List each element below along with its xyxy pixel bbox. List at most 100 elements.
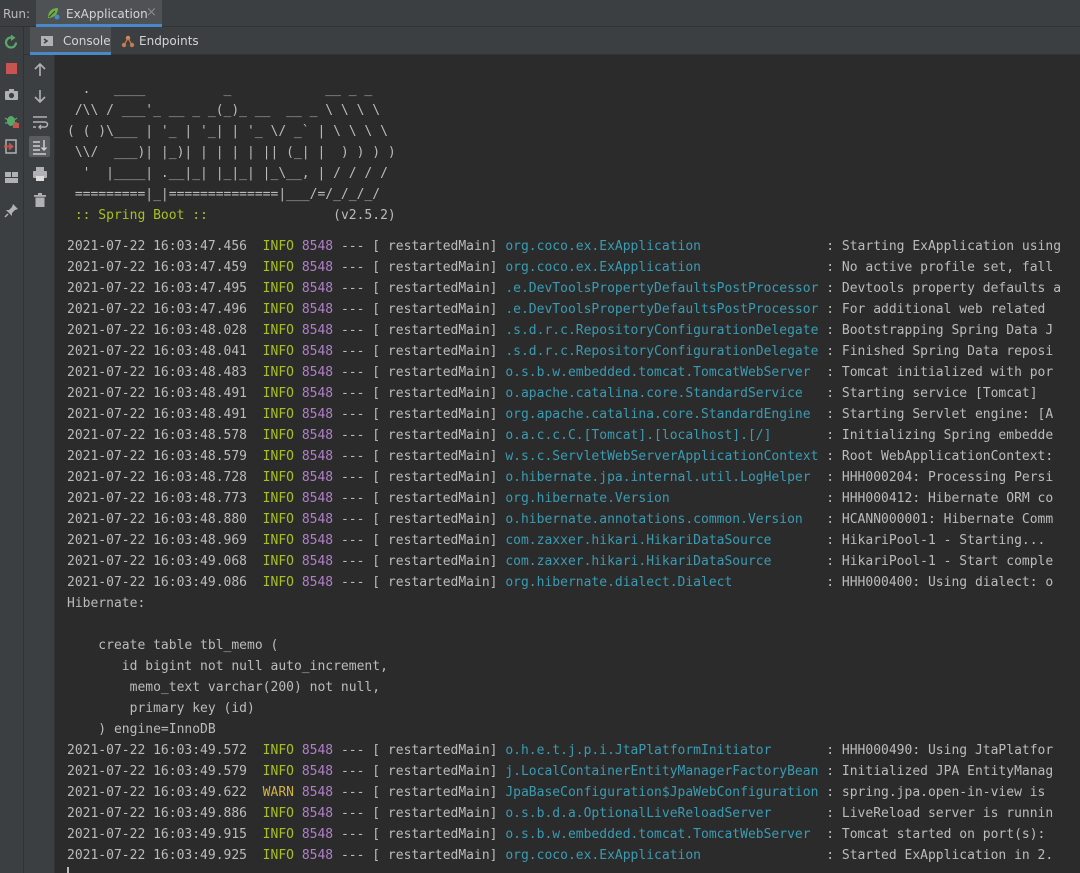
log-plain-text: ) engine=InnoDB (67, 722, 216, 737)
log-timestamp: 2021-07-22 16:03:49.622 (67, 785, 248, 800)
log-line: 2021-07-22 16:03:49.886 INFO 8548 --- [ … (67, 806, 1054, 821)
log-message: HHH000400: Using dialect: o (841, 575, 1054, 590)
log-timestamp: 2021-07-22 16:03:49.925 (67, 848, 248, 863)
log-thread: restartedMain (380, 344, 490, 359)
log-message: HikariPool-1 - Start comple (841, 554, 1054, 569)
log-timestamp: 2021-07-22 16:03:49.579 (67, 764, 248, 779)
debug-icon[interactable] (3, 112, 20, 129)
log-timestamp: 2021-07-22 16:03:49.886 (67, 806, 248, 821)
log-message: Root WebApplicationContext: (841, 449, 1054, 464)
log-lines: 2021-07-22 16:03:47.456 INFO 8548 --- [ … (67, 236, 1061, 866)
banner-line: =========|_|==============|___/=/_/_/_/ (67, 187, 381, 202)
log-line: create table tbl_memo ( (67, 635, 1061, 656)
camera-icon[interactable] (3, 86, 20, 103)
log-level: INFO (262, 491, 294, 506)
log-logger: o.a.c.c.C.[Tomcat].[localhost].[/] (505, 428, 819, 443)
log-pid: 8548 (301, 764, 334, 779)
log-level: INFO (262, 260, 294, 275)
spring-banner: . ____ _ __ _ _ /\\ / ___'_ __ _ _(_)_ _… (67, 79, 396, 226)
exit-icon[interactable] (3, 138, 20, 155)
log-thread: restartedMain (380, 806, 490, 821)
log-level: INFO (262, 554, 294, 569)
log-pid: 8548 (301, 743, 334, 758)
close-icon[interactable]: × (146, 5, 157, 20)
log-level: INFO (262, 281, 294, 296)
tab-console-label: Console (63, 34, 111, 48)
log-logger: JpaBaseConfiguration$JpaWebConfiguration (505, 785, 819, 800)
log-logger: .s.d.r.c.RepositoryConfigurationDelegate (505, 344, 819, 359)
log-level: INFO (262, 449, 294, 464)
log-line: 2021-07-22 16:03:48.491 INFO 8548 --- [ … (67, 386, 1038, 401)
log-line: 2021-07-22 16:03:48.491 INFO 8548 --- [ … (67, 407, 1054, 422)
log-level: INFO (262, 533, 294, 548)
log-timestamp: 2021-07-22 16:03:49.915 (67, 827, 248, 842)
log-pid: 8548 (301, 344, 334, 359)
soft-wrap-icon[interactable] (31, 113, 49, 131)
log-line: 2021-07-22 16:03:48.483 INFO 8548 --- [ … (67, 365, 1054, 380)
log-thread: restartedMain (380, 533, 490, 548)
log-pid: 8548 (301, 365, 334, 380)
log-logger: org.apache.catalina.core.StandardEngine (505, 407, 819, 422)
banner-line: \\/ ___)| |_)| | | | | || (_| | ) ) ) ) (67, 145, 396, 160)
log-pid: 8548 (301, 848, 334, 863)
scroll-to-end-toggle[interactable] (29, 136, 50, 157)
log-level: WARN (262, 785, 294, 800)
log-logger: .s.d.r.c.RepositoryConfigurationDelegate (505, 323, 819, 338)
log-plain-text: memo_text varchar(200) not null, (67, 680, 381, 695)
log-line: 2021-07-22 16:03:49.925 INFO 8548 --- [ … (67, 848, 1054, 863)
banner-line: . ____ _ __ _ _ (67, 82, 373, 97)
log-thread: restartedMain (380, 764, 490, 779)
log-level: INFO (262, 428, 294, 443)
log-message: Tomcat started on port(s): (841, 827, 1046, 842)
log-logger: org.coco.ex.ExApplication (505, 260, 819, 275)
log-message: Initializing Spring embedde (841, 428, 1054, 443)
log-pid: 8548 (301, 785, 334, 800)
log-logger: o.s.b.w.embedded.tomcat.TomcatWebServer (505, 365, 819, 380)
log-line: 2021-07-22 16:03:49.579 INFO 8548 --- [ … (67, 764, 1054, 779)
log-logger: w.s.c.ServletWebServerApplicationContext (505, 449, 819, 464)
log-logger: o.h.e.t.j.p.i.JtaPlatformInitiator (505, 743, 819, 758)
log-level: INFO (262, 743, 294, 758)
log-message: Bootstrapping Spring Data J (841, 323, 1054, 338)
log-pid: 8548 (301, 281, 334, 296)
log-message: Starting service [Tomcat] (841, 386, 1038, 401)
log-level: INFO (262, 470, 294, 485)
log-timestamp: 2021-07-22 16:03:48.028 (67, 323, 248, 338)
log-pid: 8548 (301, 260, 334, 275)
log-thread: restartedMain (380, 323, 490, 338)
pin-icon[interactable] (3, 202, 20, 219)
log-pid: 8548 (301, 512, 334, 527)
log-pid: 8548 (301, 323, 334, 338)
log-timestamp: 2021-07-22 16:03:48.969 (67, 533, 248, 548)
log-line: 2021-07-22 16:03:47.495 INFO 8548 --- [ … (67, 281, 1062, 296)
tab-console[interactable]: Console (30, 27, 111, 55)
stop-icon[interactable] (3, 60, 20, 77)
console-icon (41, 36, 53, 46)
log-timestamp: 2021-07-22 16:03:48.728 (67, 470, 248, 485)
spring-leaf-icon (48, 8, 60, 20)
down-arrow-icon[interactable] (31, 87, 49, 105)
log-line: 2021-07-22 16:03:49.915 INFO 8548 --- [ … (67, 827, 1046, 842)
rerun-icon[interactable] (3, 34, 20, 51)
log-pid: 8548 (301, 806, 334, 821)
log-timestamp: 2021-07-22 16:03:49.572 (67, 743, 248, 758)
log-line: 2021-07-22 16:03:48.880 INFO 8548 --- [ … (67, 512, 1054, 527)
log-message: HikariPool-1 - Starting... (841, 533, 1046, 548)
print-icon[interactable] (31, 165, 49, 183)
tab-endpoints[interactable]: Endpoints (111, 27, 201, 55)
banner-line: /\\ / ___'_ __ _ _(_)_ __ __ _ \ \ \ \ (67, 103, 381, 118)
log-timestamp: 2021-07-22 16:03:48.483 (67, 365, 248, 380)
trash-icon[interactable] (31, 191, 49, 209)
tab-exapplication[interactable]: ExApplication × (36, 0, 162, 27)
log-message: Tomcat initialized with por (841, 365, 1054, 380)
log-pid: 8548 (301, 428, 334, 443)
log-message: Starting Servlet engine: [A (841, 407, 1054, 422)
console-output[interactable]: . ____ _ __ _ _ /\\ / ___'_ __ _ _(_)_ _… (55, 55, 1080, 873)
log-line: 2021-07-22 16:03:48.579 INFO 8548 --- [ … (67, 449, 1054, 464)
log-message: Devtools property defaults a (841, 281, 1062, 296)
layout-icon[interactable] (3, 169, 20, 186)
log-line: 2021-07-22 16:03:48.578 INFO 8548 --- [ … (67, 428, 1054, 443)
log-timestamp: 2021-07-22 16:03:48.773 (67, 491, 248, 506)
up-arrow-icon[interactable] (31, 61, 49, 79)
log-thread: restartedMain (380, 407, 490, 422)
